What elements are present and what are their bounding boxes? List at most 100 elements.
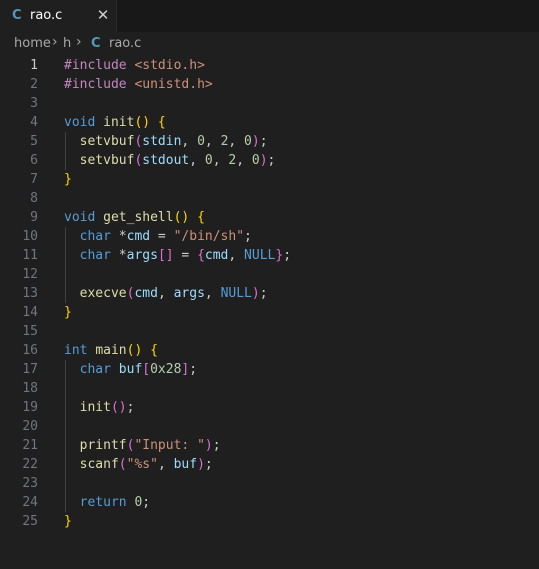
code-token: ,: [204, 134, 221, 149]
code-token: stdin: [142, 134, 182, 149]
line-number: 17: [22, 362, 38, 377]
code-token: ;: [259, 286, 268, 301]
code-token: cmd: [204, 248, 229, 263]
code-line[interactable]: 15: [0, 322, 539, 341]
code-token: 0x28: [150, 362, 182, 377]
c-file-icon: C: [91, 36, 101, 51]
code-text: setvbuf(stdout, 0, 2, 0);: [64, 151, 276, 170]
code-token: args: [173, 286, 205, 301]
code-token: []: [157, 248, 174, 263]
code-text: return 0;: [64, 493, 150, 512]
code-token: ,: [157, 457, 174, 472]
code-token: (): [110, 400, 127, 415]
code-text: void get_shell() {: [64, 208, 205, 227]
code-token: buf: [173, 457, 198, 472]
line-number: 3: [30, 96, 38, 111]
line-number: 18: [22, 381, 38, 396]
line-number: 13: [22, 286, 38, 301]
code-line[interactable]: 11 char *args[] = {cmd, NULL};: [0, 246, 539, 265]
code-line[interactable]: 3: [0, 94, 539, 113]
code-token: =: [150, 229, 174, 244]
code-text: }: [64, 170, 72, 189]
breadcrumb-item-file[interactable]: rao.c: [109, 36, 141, 51]
code-line[interactable]: 9 void get_shell() {: [0, 208, 539, 227]
c-file-icon: C: [12, 8, 22, 23]
code-line[interactable]: 25}: [0, 512, 539, 531]
code-token: () {: [173, 210, 205, 225]
code-token: <stdio.h>: [134, 58, 205, 73]
code-token: #include: [64, 77, 135, 92]
tab-label: rao.c: [30, 8, 63, 23]
breadcrumb-item-h[interactable]: h: [63, 36, 71, 51]
code-text: char *args[] = {cmd, NULL};: [64, 246, 291, 265]
code-line[interactable]: 13 execve(cmd, args, NULL);: [0, 284, 539, 303]
code-text: #include <unistd.h>: [64, 75, 213, 94]
code-line[interactable]: 19 init();: [0, 398, 539, 417]
code-line[interactable]: 24 return 0;: [0, 493, 539, 512]
close-icon[interactable]: ✕: [95, 6, 111, 24]
code-line[interactable]: 4 void init() {: [0, 113, 539, 132]
code-token: "Input: ": [134, 438, 205, 453]
code-token: char: [79, 362, 119, 377]
code-line[interactable]: 21 printf("Input: ");: [0, 436, 539, 455]
code-token: }: [64, 305, 72, 320]
code-text: init();: [64, 398, 135, 417]
code-editor[interactable]: 1 #include <stdio.h> 2 #include <unistd.h> 3…: [0, 56, 539, 569]
code-token: ;: [244, 229, 252, 244]
code-line[interactable]: 5 setvbuf(stdin, 0, 2, 0);: [0, 132, 539, 151]
code-token: init: [79, 400, 111, 415]
chevron-right-icon: ›: [76, 34, 82, 50]
line-number: 14: [22, 305, 38, 320]
code-line[interactable]: 12: [0, 265, 539, 284]
code-line[interactable]: 16 int main() {: [0, 341, 539, 360]
code-line[interactable]: 7}: [0, 170, 539, 189]
code-token: ,: [189, 153, 205, 168]
tab-rao-c[interactable]: C rao.c ✕: [0, 0, 117, 32]
code-text: scanf("%s", buf);: [64, 455, 213, 474]
code-token: ;: [189, 362, 198, 377]
code-token: =: [173, 248, 198, 263]
code-token: return: [79, 495, 135, 510]
code-token: *: [118, 248, 127, 263]
breadcrumb-item-home[interactable]: home: [14, 36, 51, 51]
code-text: char *cmd = "/bin/sh";: [64, 227, 252, 246]
code-token: ;: [259, 134, 268, 149]
code-token: setvbuf: [79, 134, 135, 149]
code-token: stdout: [142, 153, 190, 168]
code-token: cmd: [126, 229, 151, 244]
code-token: #include: [64, 58, 135, 73]
code-token: ): [251, 286, 260, 301]
code-token: char: [79, 248, 119, 263]
code-token: setvbuf: [79, 153, 135, 168]
line-number: 12: [22, 267, 38, 282]
code-token: get_shell: [103, 210, 174, 225]
code-line[interactable]: 18: [0, 379, 539, 398]
code-line[interactable]: 1 #include <stdio.h>: [0, 56, 539, 75]
code-line[interactable]: 2 #include <unistd.h>: [0, 75, 539, 94]
code-token: void: [64, 210, 104, 225]
code-line[interactable]: 14}: [0, 303, 539, 322]
code-line[interactable]: 22 scanf("%s", buf);: [0, 455, 539, 474]
code-token: 0: [251, 153, 260, 168]
code-token: ,: [228, 134, 245, 149]
code-token: [: [142, 362, 151, 377]
line-number: 15: [22, 324, 38, 339]
code-line[interactable]: 17 char buf[0x28];: [0, 360, 539, 379]
code-token: scanf: [79, 457, 119, 472]
code-token: init: [103, 115, 135, 130]
line-number: 5: [30, 134, 38, 149]
line-number: 23: [22, 476, 38, 491]
line-number: 4: [30, 115, 38, 130]
code-line[interactable]: 6 setvbuf(stdout, 0, 2, 0);: [0, 151, 539, 170]
code-line[interactable]: 23: [0, 474, 539, 493]
code-token: NULL: [244, 248, 276, 263]
code-line[interactable]: 10 char *cmd = "/bin/sh";: [0, 227, 539, 246]
code-line[interactable]: 20: [0, 417, 539, 436]
code-line[interactable]: 8: [0, 189, 539, 208]
